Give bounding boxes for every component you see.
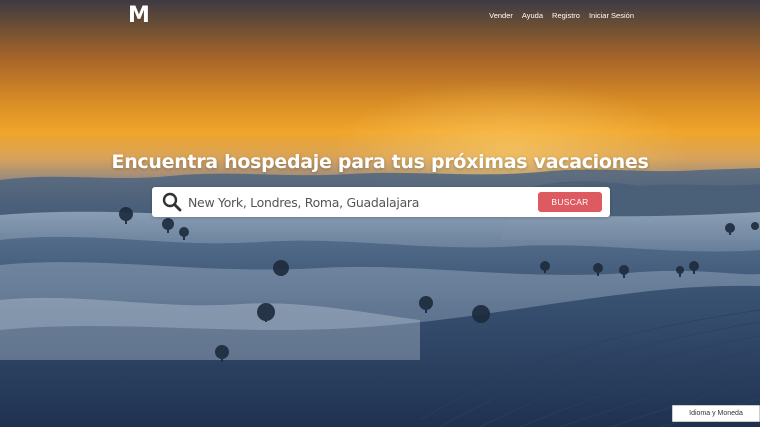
nav-link-ayuda[interactable]: Ayuda [522, 11, 543, 20]
nav-link-vender[interactable]: Vender [489, 11, 513, 20]
nav-link-iniciar-sesion[interactable]: Iniciar Sesión [589, 11, 634, 20]
destination-search-input[interactable] [188, 190, 538, 214]
hero-headline: Encuentra hospedaje para tus próximas va… [111, 151, 649, 173]
top-nav: Vender Ayuda Registro Iniciar Sesión [489, 11, 634, 20]
nav-link-registro[interactable]: Registro [552, 11, 580, 20]
search-button[interactable]: BUSCAR [538, 192, 602, 212]
language-currency-button[interactable]: Idioma y Moneda [672, 405, 760, 422]
search-icon [162, 192, 182, 212]
site-logo[interactable]: M [127, 4, 151, 28]
search-bar: BUSCAR [152, 187, 610, 217]
